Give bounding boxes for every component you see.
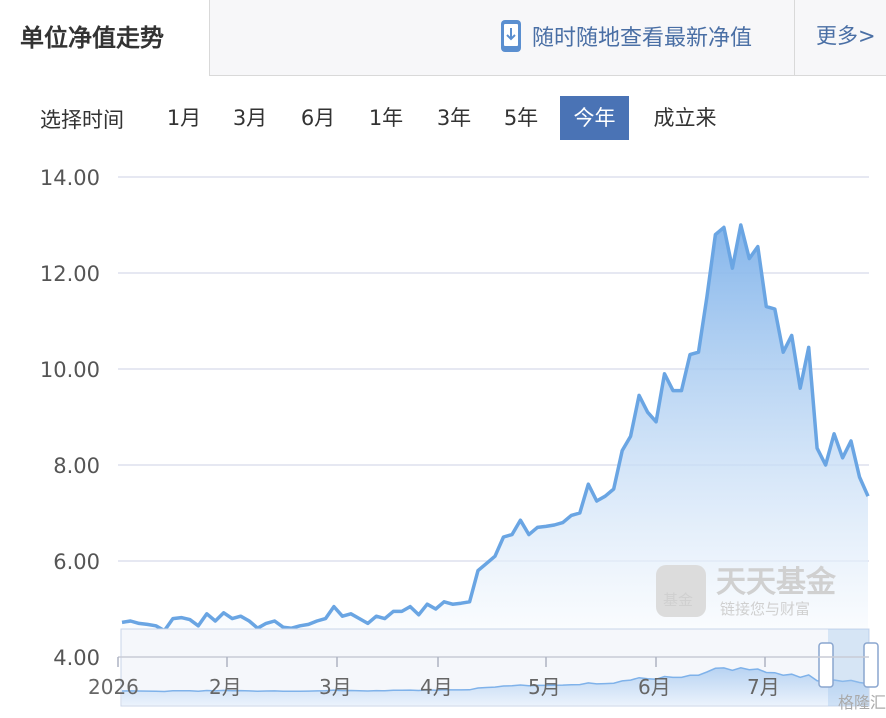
- watermark-badge-text: 基金: [663, 591, 693, 609]
- y-tick-label: 14.00: [40, 166, 100, 190]
- time-range-selector: 选择时间 1月 3月 6月 1年 3年 5年 今年 成立来: [0, 96, 886, 140]
- y-tick-label: 6.00: [53, 550, 100, 574]
- mobile-link-text: 随时随地查看最新净值: [532, 26, 753, 51]
- phone-download-icon: [500, 19, 522, 53]
- tiantian-fund-watermark: 基金 天天基金 链接您与财富: [656, 565, 837, 618]
- divider: [794, 0, 795, 75]
- x-tick-label: 2026: [88, 675, 139, 699]
- y-tick-label: 8.00: [53, 454, 100, 478]
- range-since-inception[interactable]: 成立来: [640, 96, 730, 140]
- title-tab[interactable]: 单位净值走势: [0, 0, 210, 76]
- range-3y[interactable]: 3年: [426, 96, 482, 140]
- watermark-title: 天天基金: [716, 565, 837, 600]
- mobile-app-link[interactable]: 随时随地查看最新净值: [500, 18, 752, 54]
- y-tick-label: 10.00: [40, 358, 100, 382]
- x-tick-label: 7月: [747, 675, 780, 699]
- range-ytd[interactable]: 今年: [560, 96, 629, 140]
- x-tick-label: 2月: [209, 675, 242, 699]
- header-bar: 随时随地查看最新净值 更多>: [210, 0, 886, 76]
- range-3m[interactable]: 3月: [222, 96, 278, 140]
- range-label: 选择时间: [40, 108, 124, 132]
- y-axis-labels: 4.00 6.00 8.00 10.00 12.00 14.00: [40, 166, 100, 670]
- range-6m[interactable]: 6月: [290, 96, 346, 140]
- header: 单位净值走势 随时随地查看最新净值 更多>: [0, 0, 886, 76]
- x-tick-label: 4月: [420, 675, 453, 699]
- x-tick-label: 5月: [528, 675, 561, 699]
- range-5y[interactable]: 5年: [493, 96, 549, 140]
- watermark-subtitle: 链接您与财富: [720, 600, 810, 618]
- x-tick-label: 6月: [638, 675, 671, 699]
- source-watermark: 格隆汇: [838, 693, 886, 712]
- range-1m[interactable]: 1月: [156, 96, 212, 140]
- range-1y[interactable]: 1年: [358, 96, 414, 140]
- navigator-right-handle[interactable]: [863, 642, 879, 688]
- x-tick-label: 3月: [319, 675, 352, 699]
- y-tick-label: 12.00: [40, 262, 100, 286]
- y-tick-label: 4.00: [53, 646, 100, 670]
- nav-chart[interactable]: 4.00 6.00 8.00 10.00 12.00 14.00 基金 天天基金 链接您与…: [0, 150, 886, 718]
- navigator-left-handle[interactable]: [818, 642, 834, 688]
- page-title: 单位净值走势: [20, 24, 164, 52]
- more-link[interactable]: 更多>: [816, 20, 876, 50]
